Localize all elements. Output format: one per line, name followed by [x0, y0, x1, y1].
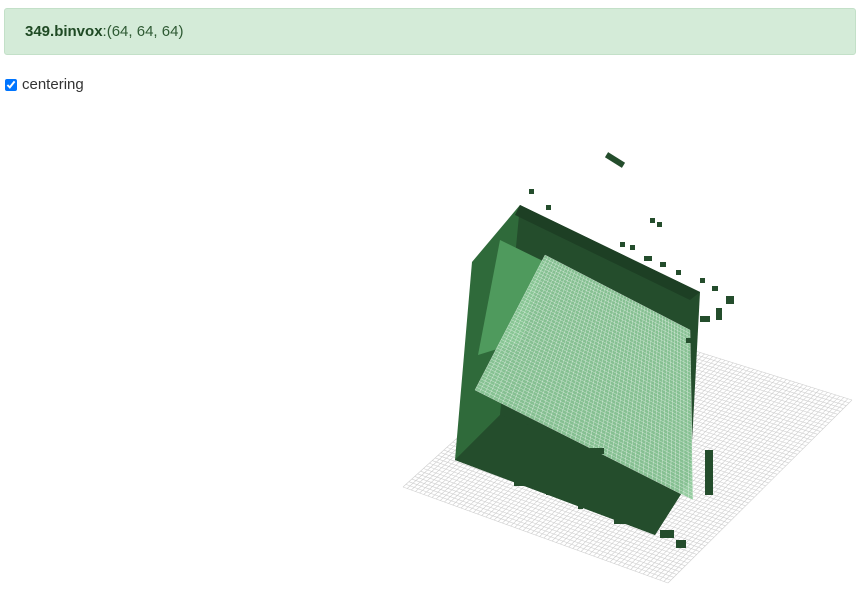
- centering-checkbox[interactable]: [5, 78, 17, 91]
- controls: centering: [4, 76, 84, 93]
- info-banner: 349.binvox: (64, 64, 64): [4, 8, 856, 55]
- centering-label[interactable]: centering: [22, 76, 84, 93]
- voxel-viewer-canvas[interactable]: [0, 100, 858, 589]
- voxel-model: [455, 152, 734, 548]
- dimensions: (64, 64, 64): [106, 23, 184, 40]
- filename: 349.binvox: [25, 23, 103, 40]
